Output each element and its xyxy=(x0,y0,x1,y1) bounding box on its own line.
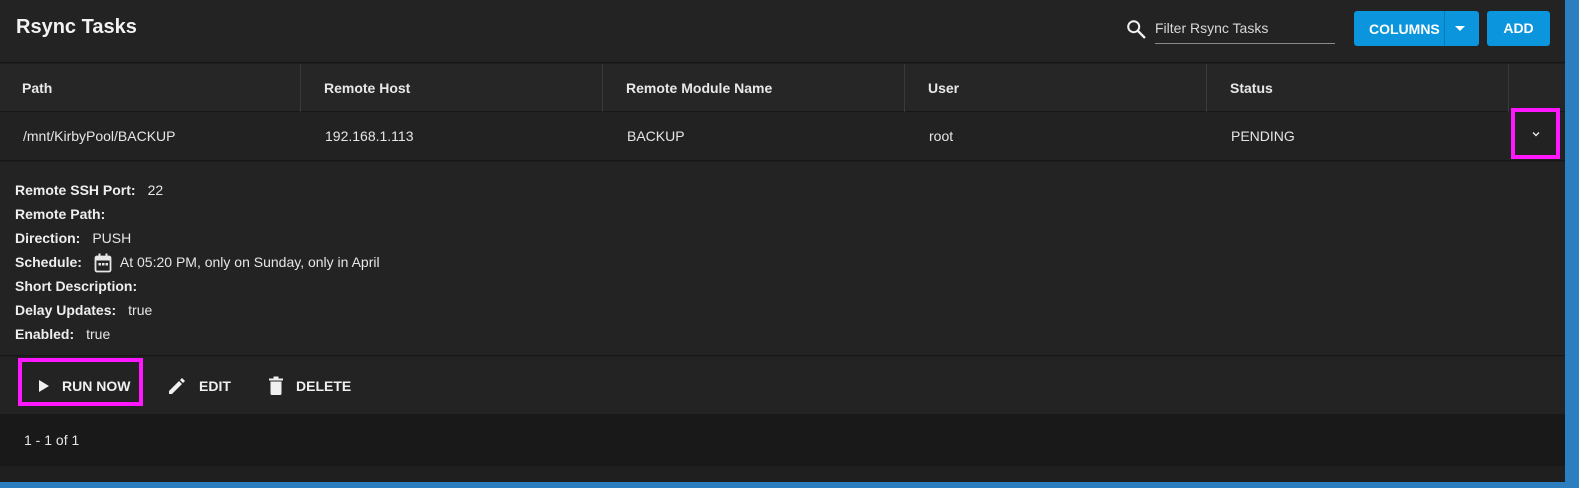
edit-label: EDIT xyxy=(199,377,231,394)
detail-label: Delay Updates: xyxy=(15,302,117,318)
edit-button[interactable]: EDIT xyxy=(167,357,231,414)
detail-label: Direction: xyxy=(15,230,81,246)
cell-path: /mnt/KirbyPool/BACKUP xyxy=(23,128,176,144)
delete-button[interactable]: DELETE xyxy=(268,357,351,414)
cell-user: root xyxy=(929,128,954,144)
rsync-tasks-card: Rsync Tasks COLUMNS ADD Path Remote Host… xyxy=(0,0,1565,482)
column-header-remote-host[interactable]: Remote Host xyxy=(301,64,603,112)
detail-remote-path: Remote Path: xyxy=(15,204,117,224)
detail-value: true xyxy=(128,302,153,318)
detail-label: Short Description: xyxy=(15,278,138,294)
table-footer: 1 - 1 of 1 xyxy=(0,414,1565,466)
detail-label: Remote SSH Port: xyxy=(15,182,136,198)
filter-input[interactable] xyxy=(1155,14,1335,42)
add-button[interactable]: ADD xyxy=(1487,11,1550,46)
pencil-icon xyxy=(169,377,185,394)
cell-remote-module: BACKUP xyxy=(627,128,685,144)
pagination-info: 1 - 1 of 1 xyxy=(24,432,80,448)
columns-button[interactable]: COLUMNS xyxy=(1354,11,1479,46)
detail-value: true xyxy=(86,326,111,342)
table-header: Path Remote Host Remote Module Name User… xyxy=(0,64,1565,112)
row-detail-panel: Remote SSH Port: 22 Remote Path: Directio… xyxy=(0,162,1565,356)
table-row[interactable]: /mnt/KirbyPool/BACKUP 192.168.1.113 BACK… xyxy=(0,112,1565,161)
column-header-path[interactable]: Path xyxy=(0,64,301,112)
search-icon xyxy=(1127,20,1146,39)
trash-icon xyxy=(269,376,283,395)
chevron-down-icon xyxy=(1532,131,1539,136)
page-title: Rsync Tasks xyxy=(16,16,137,38)
caret-down-icon[interactable] xyxy=(1455,26,1465,31)
detail-schedule: Schedule: At 05:20 PM, only on Sunday, o… xyxy=(15,252,380,273)
row-actions: RUN NOW EDIT DELETE xyxy=(0,357,1565,414)
detail-ssh-port: Remote SSH Port: 22 xyxy=(15,180,163,200)
card-header: Rsync Tasks COLUMNS ADD xyxy=(0,0,1565,63)
detail-enabled: Enabled: true xyxy=(15,324,110,344)
detail-delay-updates: Delay Updates: true xyxy=(15,300,152,320)
columns-divider xyxy=(1444,11,1445,46)
detail-short-description: Short Description: xyxy=(15,276,149,296)
cell-remote-host: 192.168.1.113 xyxy=(325,128,414,144)
column-header-user[interactable]: User xyxy=(905,64,1207,112)
detail-direction: Direction: PUSH xyxy=(15,228,131,248)
detail-value: At 05:20 PM, only on Sunday, only in Apr… xyxy=(119,254,380,270)
run-now-highlight xyxy=(18,358,143,406)
filter-field[interactable] xyxy=(1155,14,1335,44)
column-header-status[interactable]: Status xyxy=(1207,64,1509,112)
columns-label: COLUMNS xyxy=(1369,21,1440,37)
detail-label: Enabled: xyxy=(15,326,75,342)
detail-label: Schedule: xyxy=(15,254,82,270)
delete-label: DELETE xyxy=(296,377,352,394)
detail-value: PUSH xyxy=(92,230,132,246)
detail-value: 22 xyxy=(147,182,164,198)
calendar-icon xyxy=(94,253,112,273)
column-header-remote-module[interactable]: Remote Module Name xyxy=(603,64,905,112)
detail-label: Remote Path: xyxy=(15,206,106,222)
expand-row-button[interactable] xyxy=(1511,108,1560,159)
cell-status: PENDING xyxy=(1231,128,1295,144)
card-bottom xyxy=(0,466,1565,482)
